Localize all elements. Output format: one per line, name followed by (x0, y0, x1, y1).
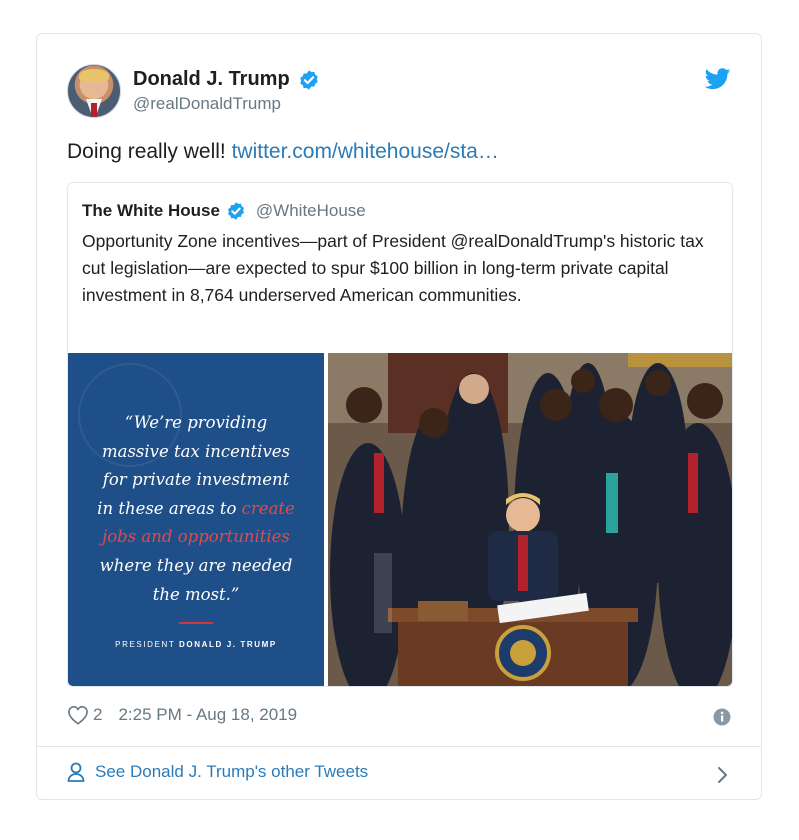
quote-line: in these areas to create (97, 498, 295, 518)
quoted-media[interactable]: “We’re providing massive tax incentives … (68, 353, 732, 686)
quoted-text: Opportunity Zone incentives—part of Pres… (82, 231, 704, 305)
author-name-row: Donald J. Trump (133, 68, 320, 91)
verified-badge-icon (299, 69, 318, 90)
author-avatar[interactable] (67, 64, 121, 118)
quote-divider (179, 622, 213, 624)
user-icon (67, 762, 85, 782)
quoted-author-handle[interactable]: @WhiteHouse (256, 201, 366, 221)
tweet-text-body: Doing really well! (67, 140, 232, 163)
author-handle[interactable]: @realDonaldTrump (133, 94, 281, 114)
signing-photo[interactable] (328, 353, 732, 686)
quote-line: for private investment (102, 470, 290, 490)
tweet-text: Doing really well! twitter.com/whitehous… (67, 140, 499, 164)
quote-line: the most.” (152, 584, 240, 604)
info-icon[interactable] (713, 708, 731, 726)
quoted-author-name[interactable]: The White House (82, 201, 220, 221)
quote-line: “We’re providing (124, 413, 268, 432)
tweet-timestamp[interactable]: 2:25 PM - Aug 18, 2019 (118, 705, 297, 725)
quote-highlight: jobs and opportunities (102, 527, 290, 547)
tweet-card[interactable]: Donald J. Trump @realDonaldTrump Doing r… (36, 33, 762, 800)
like-count[interactable]: 2 (93, 705, 102, 725)
quote-graphic-text: “We’re providing massive tax incentives … (68, 409, 324, 609)
quote-highlight: create (241, 498, 295, 518)
tweet-meta: 2 2:25 PM - Aug 18, 2019 (67, 705, 297, 725)
divider (37, 746, 761, 747)
quoted-tweet[interactable]: The White House @WhiteHouse Opportunity … (67, 182, 733, 687)
verified-badge-icon (227, 202, 244, 220)
signing-photo-illustration (328, 353, 732, 686)
heart-icon[interactable] (67, 705, 89, 725)
quote-line: where they are needed (99, 555, 293, 575)
quote-line: massive tax incentives (101, 441, 291, 461)
tweet-link[interactable]: twitter.com/whitehouse/sta… (232, 140, 499, 163)
quote-attribution: PRESIDENT DONALD J. TRUMP (115, 640, 277, 649)
quoted-header: The White House @WhiteHouse (82, 201, 366, 221)
see-other-tweets-label[interactable]: See Donald J. Trump's other Tweets (95, 762, 368, 782)
author-name[interactable]: Donald J. Trump (133, 68, 290, 91)
quote-graphic[interactable]: “We’re providing massive tax incentives … (68, 353, 324, 686)
see-other-tweets-link[interactable]: See Donald J. Trump's other Tweets (67, 762, 368, 782)
chevron-right-icon[interactable] (717, 766, 729, 784)
twitter-bird-icon[interactable] (705, 68, 731, 90)
